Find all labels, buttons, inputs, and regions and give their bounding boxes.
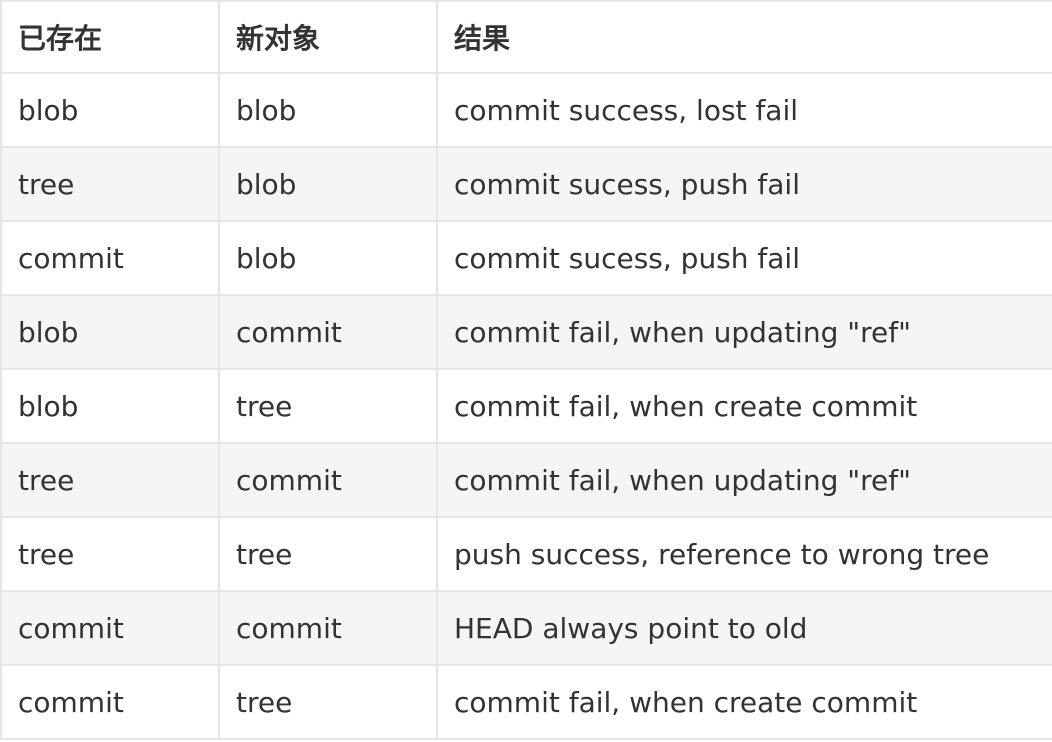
- header-new-object: 新对象: [218, 0, 438, 74]
- cell-new-object: blob: [218, 220, 438, 296]
- cell-new-object: commit: [218, 442, 438, 518]
- cell-existing: tree: [0, 516, 220, 592]
- cell-existing: tree: [0, 442, 220, 518]
- cell-result: HEAD always point to old: [436, 590, 1052, 666]
- cell-new-object: blob: [218, 72, 438, 148]
- table-row: blob commit commit fail, when updating "…: [0, 294, 1052, 370]
- cell-result: commit success, lost fail: [436, 72, 1052, 148]
- cell-new-object: tree: [218, 664, 438, 740]
- cell-existing: blob: [0, 294, 220, 370]
- table-row: commit tree commit fail, when create com…: [0, 664, 1052, 740]
- header-existing: 已存在: [0, 0, 220, 74]
- cell-existing: commit: [0, 590, 220, 666]
- table-row: commit commit HEAD always point to old: [0, 590, 1052, 666]
- cell-new-object: commit: [218, 590, 438, 666]
- table-row: commit blob commit sucess, push fail: [0, 220, 1052, 296]
- table-row: blob blob commit success, lost fail: [0, 72, 1052, 148]
- cell-new-object: blob: [218, 146, 438, 222]
- cell-result: push success, reference to wrong tree: [436, 516, 1052, 592]
- table-row: tree blob commit sucess, push fail: [0, 146, 1052, 222]
- cell-new-object: tree: [218, 368, 438, 444]
- object-conflict-table: 已存在 新对象 结果 blob blob commit success, los…: [0, 0, 1052, 740]
- cell-result: commit fail, when updating "ref": [436, 294, 1052, 370]
- cell-result: commit sucess, push fail: [436, 146, 1052, 222]
- header-result: 结果: [436, 0, 1052, 74]
- cell-new-object: commit: [218, 294, 438, 370]
- table-header-row: 已存在 新对象 结果: [0, 0, 1052, 74]
- cell-result: commit fail, when updating "ref": [436, 442, 1052, 518]
- table-row: tree tree push success, reference to wro…: [0, 516, 1052, 592]
- cell-existing: blob: [0, 72, 220, 148]
- table-row: blob tree commit fail, when create commi…: [0, 368, 1052, 444]
- cell-existing: commit: [0, 220, 220, 296]
- cell-existing: tree: [0, 146, 220, 222]
- cell-existing: commit: [0, 664, 220, 740]
- cell-existing: blob: [0, 368, 220, 444]
- cell-result: commit sucess, push fail: [436, 220, 1052, 296]
- table-row: tree commit commit fail, when updating "…: [0, 442, 1052, 518]
- cell-result: commit fail, when create commit: [436, 664, 1052, 740]
- cell-new-object: tree: [218, 516, 438, 592]
- cell-result: commit fail, when create commit: [436, 368, 1052, 444]
